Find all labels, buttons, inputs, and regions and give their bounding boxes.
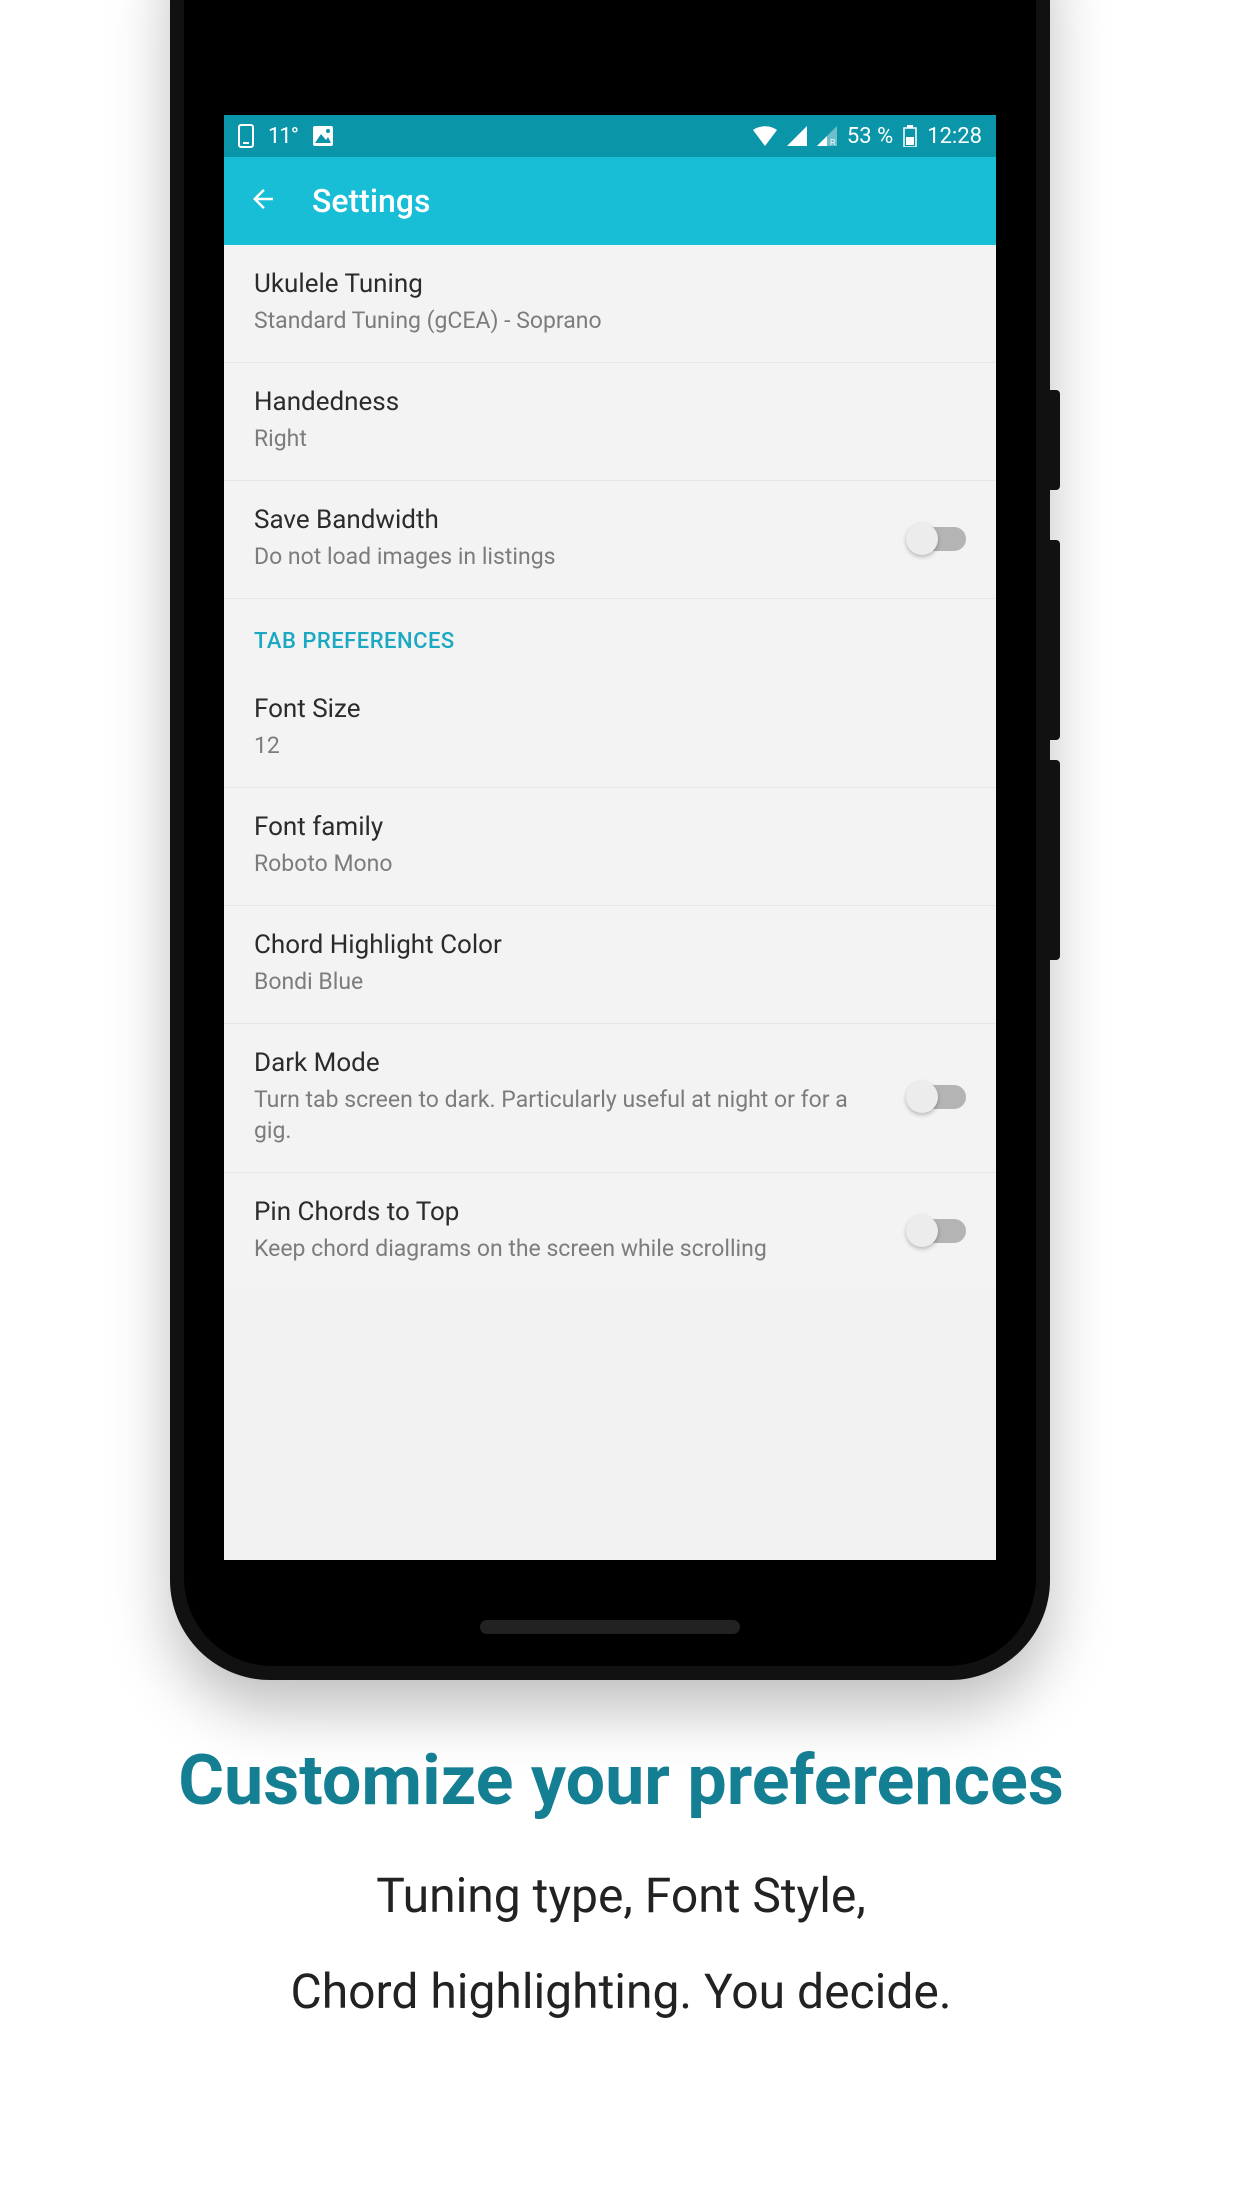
phone-frame: 11° R 53 % 12:28 <box>170 0 1050 1680</box>
marketing-headline: Customize your preferences <box>40 1740 1202 1822</box>
row-subtitle: Keep chord diagrams on the screen while … <box>254 1233 878 1264</box>
phone-side-button <box>1050 540 1060 740</box>
pin-chords-switch[interactable] <box>908 1219 966 1243</box>
dark-mode-switch[interactable] <box>908 1085 966 1109</box>
status-bar: 11° R 53 % 12:28 <box>224 115 996 157</box>
settings-list[interactable]: Ukulele Tuning Standard Tuning (gCEA) - … <box>224 245 996 1290</box>
row-pin-chords[interactable]: Pin Chords to Top Keep chord diagrams on… <box>224 1173 996 1290</box>
app-bar: Settings <box>224 157 996 245</box>
battery-percent: 53 % <box>847 124 893 149</box>
page-title: Settings <box>312 182 430 220</box>
image-icon <box>312 125 334 147</box>
row-subtitle: Roboto Mono <box>254 848 966 879</box>
row-handedness[interactable]: Handedness Right <box>224 363 996 481</box>
row-title: Dark Mode <box>254 1048 878 1078</box>
row-subtitle: 12 <box>254 730 966 761</box>
back-arrow-icon[interactable] <box>248 184 278 218</box>
row-title: Ukulele Tuning <box>254 269 966 299</box>
row-title: Handedness <box>254 387 966 417</box>
phone-side-button <box>1050 760 1060 960</box>
phone-speaker-bottom <box>480 1620 740 1634</box>
status-time: 12:28 <box>927 124 982 149</box>
row-subtitle: Right <box>254 423 966 454</box>
row-title: Chord Highlight Color <box>254 930 966 960</box>
status-temperature: 11° <box>268 124 298 149</box>
row-font-family[interactable]: Font family Roboto Mono <box>224 788 996 906</box>
phone-portrait-icon <box>238 124 254 148</box>
row-title: Pin Chords to Top <box>254 1197 878 1227</box>
row-ukulele-tuning[interactable]: Ukulele Tuning Standard Tuning (gCEA) - … <box>224 245 996 363</box>
row-font-size[interactable]: Font Size 12 <box>224 670 996 788</box>
row-save-bandwidth[interactable]: Save Bandwidth Do not load images in lis… <box>224 481 996 599</box>
save-bandwidth-switch[interactable] <box>908 527 966 551</box>
row-title: Font Size <box>254 694 966 724</box>
signal-roaming-icon: R <box>817 126 837 146</box>
marketing-line-1: Tuning type, Font Style, <box>40 1872 1202 1920</box>
row-chord-highlight-color[interactable]: Chord Highlight Color Bondi Blue <box>224 906 996 1024</box>
row-dark-mode[interactable]: Dark Mode Turn tab screen to dark. Parti… <box>224 1024 996 1173</box>
signal-icon <box>787 126 807 146</box>
section-header-tab-preferences: TAB PREFERENCES <box>224 599 996 670</box>
row-title: Font family <box>254 812 966 842</box>
row-subtitle: Bondi Blue <box>254 966 966 997</box>
row-subtitle: Turn tab screen to dark. Particularly us… <box>254 1084 878 1146</box>
row-title: Save Bandwidth <box>254 505 878 535</box>
row-subtitle: Do not load images in listings <box>254 541 878 572</box>
phone-screen: 11° R 53 % 12:28 <box>224 115 996 1560</box>
marketing-line-2: Chord highlighting. You decide. <box>40 1968 1202 2016</box>
marketing-copy: Customize your preferences Tuning type, … <box>0 1740 1242 2064</box>
phone-side-button <box>1050 390 1060 490</box>
row-subtitle: Standard Tuning (gCEA) - Soprano <box>254 305 966 336</box>
battery-icon <box>903 125 917 147</box>
wifi-icon <box>753 126 777 146</box>
svg-text:R: R <box>830 138 836 146</box>
